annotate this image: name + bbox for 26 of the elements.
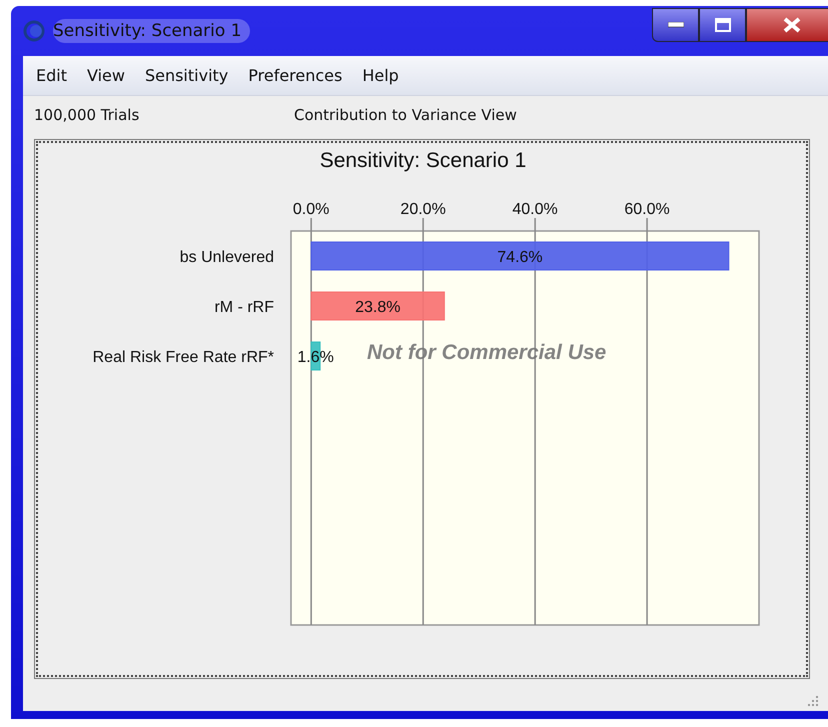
menu-item[interactable]: Sensitivity (134, 66, 238, 85)
menu-item[interactable]: Edit (26, 66, 77, 85)
app-icon (23, 20, 45, 42)
window-title: Sensitivity: Scenario 1 (53, 19, 250, 43)
maximize-button[interactable] (699, 8, 746, 42)
category-label: Real Risk Free Rate rRF* (92, 349, 274, 366)
tick-label: 40.0% (512, 201, 558, 218)
tick-label: 20.0% (400, 201, 446, 218)
minimize-icon (668, 22, 684, 28)
minimize-button[interactable] (652, 8, 699, 42)
maximize-icon (714, 18, 730, 32)
view-name: Contribution to Variance View (294, 106, 517, 124)
menu-item[interactable]: Help (352, 66, 409, 85)
chart-title: Sensitivity: Scenario 1 (320, 149, 526, 172)
tick-label: 0.0% (292, 201, 330, 218)
close-icon (783, 17, 801, 33)
close-button[interactable] (746, 8, 828, 42)
value-label: 23.8% (355, 299, 400, 316)
trials-count: 100,000 Trials (34, 106, 140, 124)
tick-label: 60.0% (624, 201, 670, 218)
category-label: rM - rRF (214, 299, 274, 316)
menu-item[interactable]: Preferences (238, 66, 352, 85)
menu-item[interactable]: View (76, 66, 135, 85)
resize-grip-icon[interactable] (807, 695, 819, 707)
category-label: bs Unlevered (180, 249, 274, 266)
value-label: 74.6% (497, 249, 543, 266)
